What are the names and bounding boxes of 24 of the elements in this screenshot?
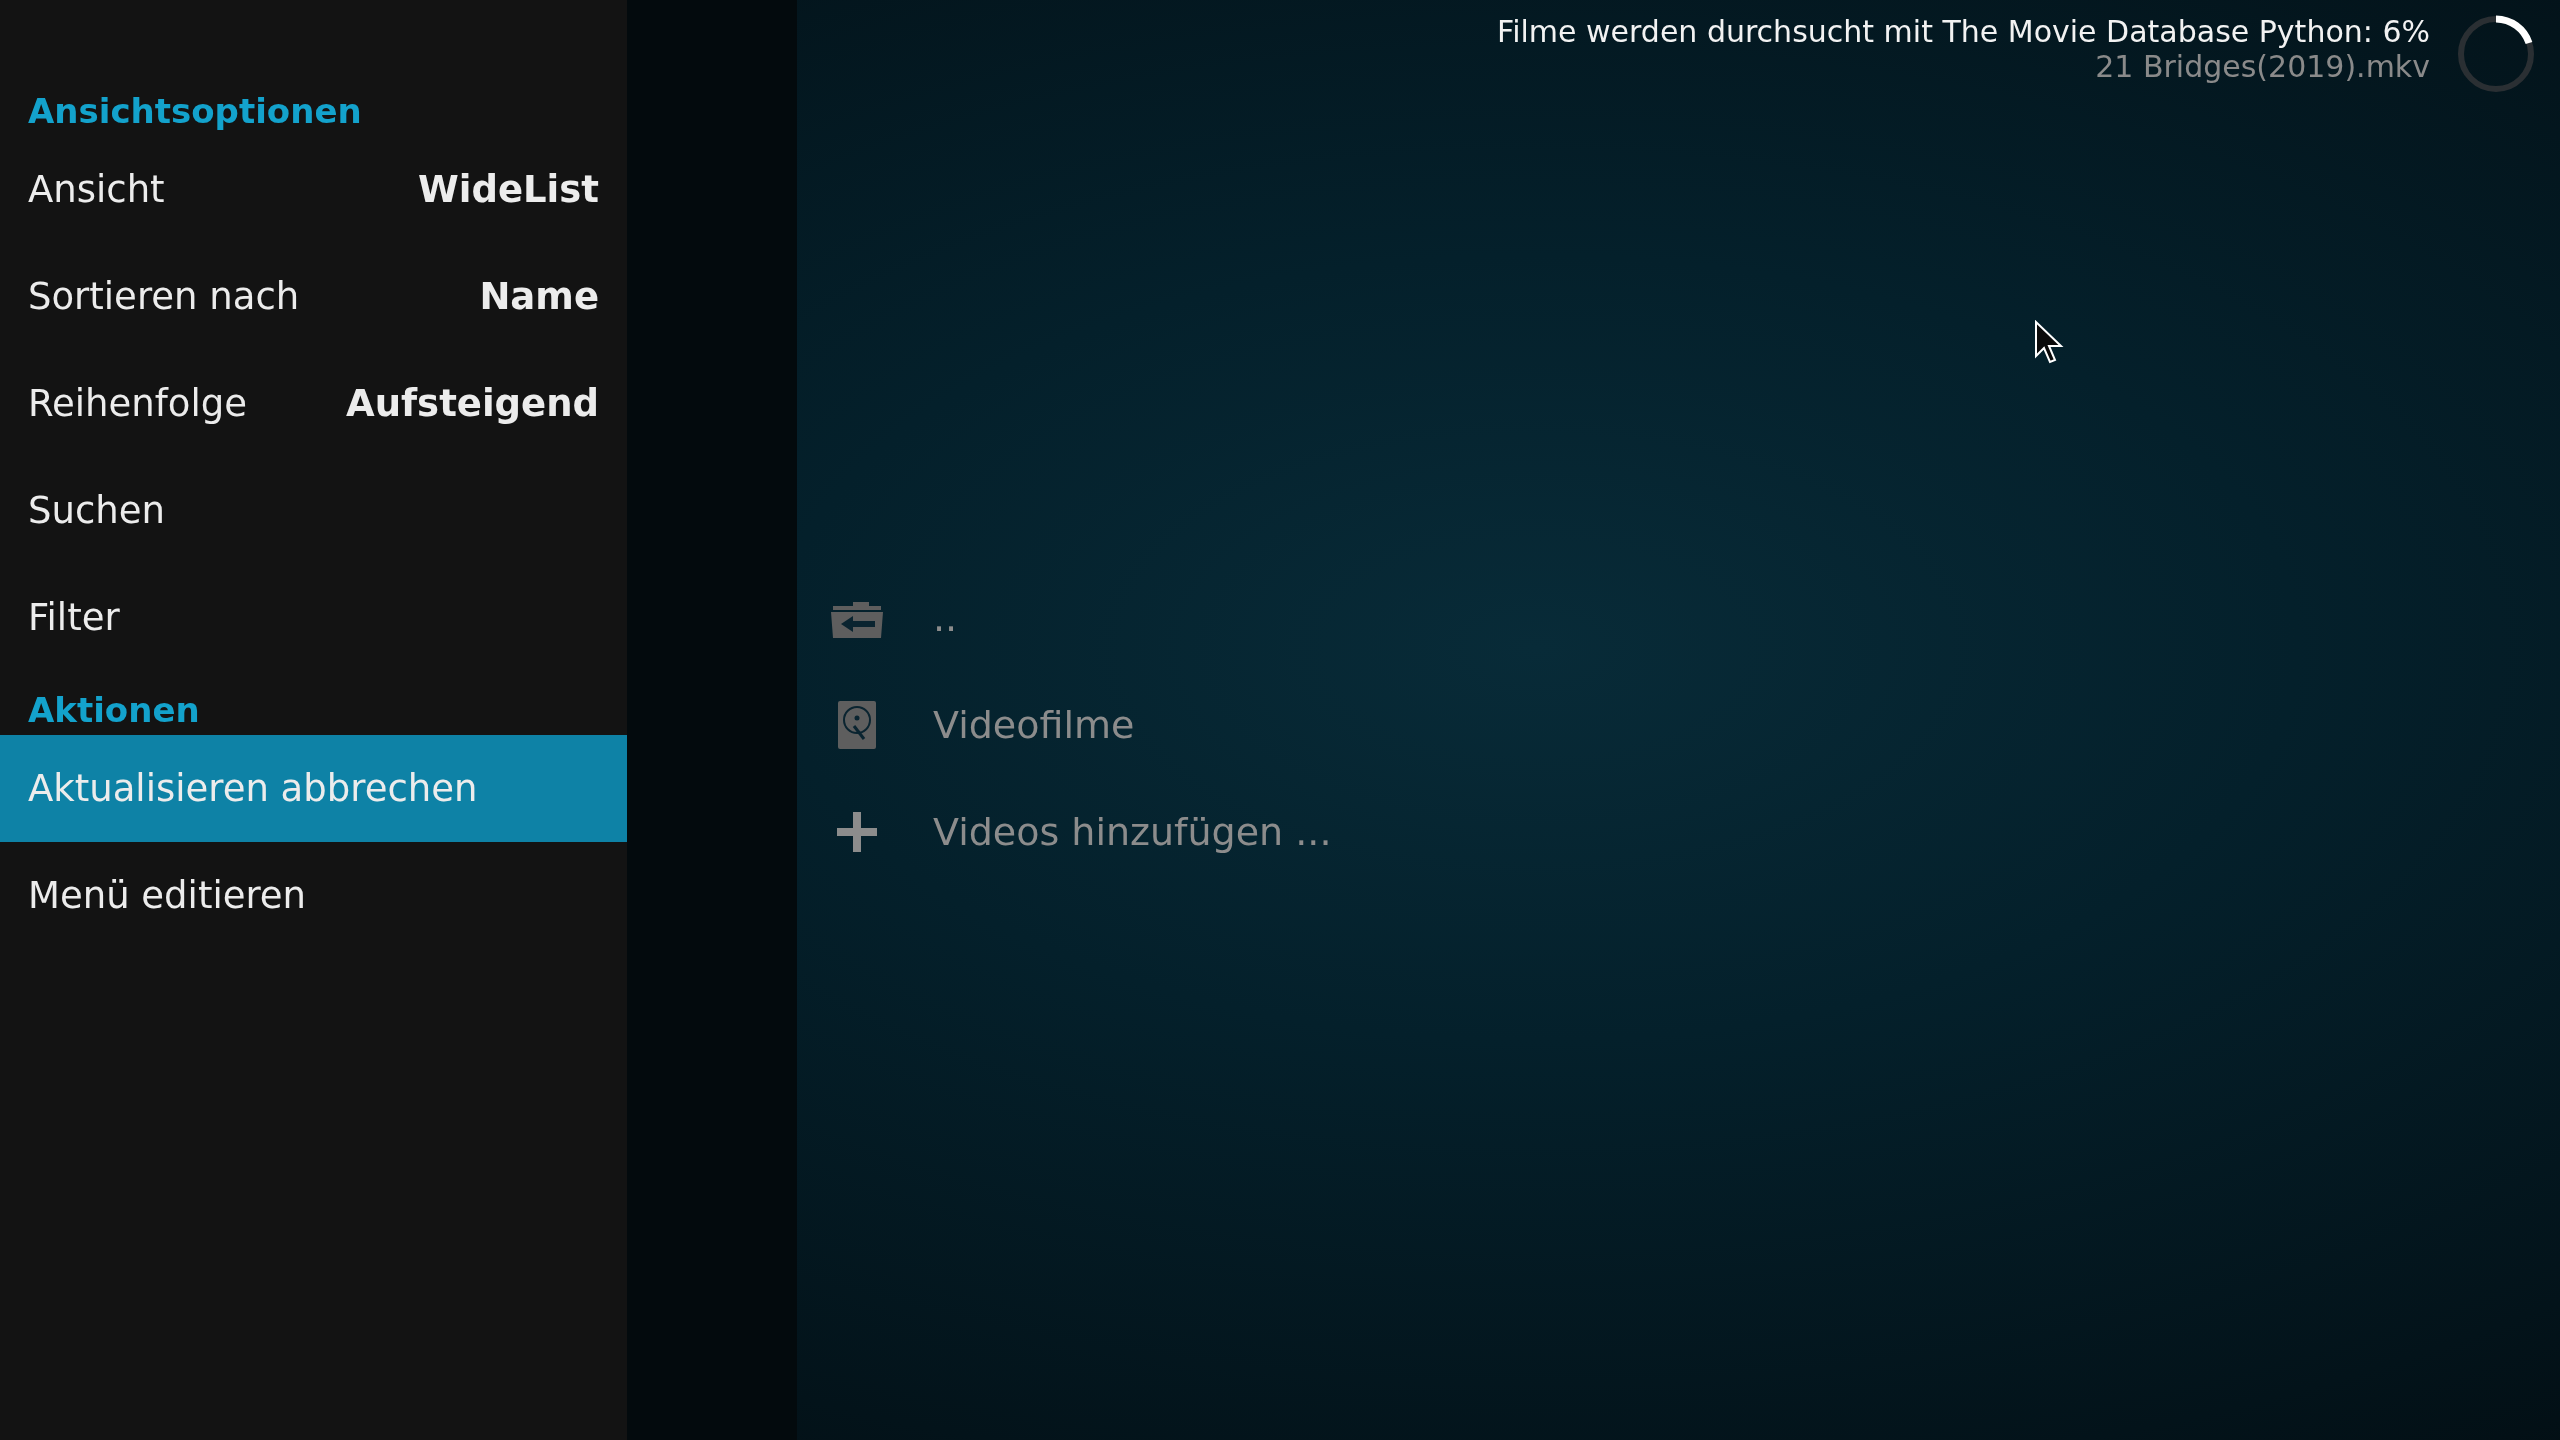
option-value: Name: [479, 275, 599, 318]
list-item-label[interactable]: ..: [933, 595, 958, 640]
busy-spinner-icon: [2456, 14, 2536, 94]
menu-item[interactable]: Menü editieren: [0, 842, 627, 949]
list-item-label[interactable]: Videos hinzufügen ...: [933, 809, 1332, 854]
section-heading: Aktionen: [27, 689, 201, 732]
menu-item[interactable]: Filter: [0, 564, 627, 671]
hard-drive-icon: [838, 700, 876, 749]
option-value: Aufsteigend: [346, 382, 599, 425]
option-label: Sortieren nach: [28, 275, 300, 318]
menu-option[interactable]: Reihenfolge Aufsteigend: [0, 350, 627, 457]
plus-icon: [837, 811, 877, 852]
section-heading: Ansichtsoptionen: [27, 90, 363, 133]
menu-option[interactable]: Ansicht WideList: [0, 136, 627, 243]
scan-progress-text: Filme werden durchsucht mit The Movie Database Python: 6%: [1497, 14, 2430, 50]
list-item-label[interactable]: Videofilme: [933, 702, 1135, 747]
option-label: Ansicht: [28, 168, 165, 211]
menu-option[interactable]: Sortieren nach Name: [0, 243, 627, 350]
menu-item[interactable]: Aktualisieren abbrechen: [0, 735, 627, 842]
mouse-pointer-icon: [2034, 320, 2064, 364]
option-label: Reihenfolge: [28, 382, 247, 425]
option-value: WideList: [417, 168, 599, 211]
scan-file-name: 21 Bridges(2019).mkv: [2095, 50, 2430, 84]
menu-item[interactable]: Suchen: [0, 457, 627, 564]
